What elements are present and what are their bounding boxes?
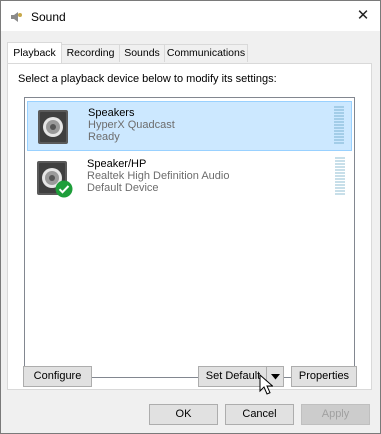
device-driver: HyperX Quadcast <box>88 119 175 131</box>
tab-playback[interactable]: Playback <box>7 42 62 63</box>
default-checkmark-icon <box>55 180 73 198</box>
device-status: Ready <box>88 131 120 143</box>
sound-dialog: Sound ✕ Playback Recording Sounds Commun… <box>0 0 381 434</box>
configure-button[interactable]: Configure <box>23 366 92 387</box>
apply-button: Apply <box>301 404 370 425</box>
device-item-speakers[interactable]: Speakers HyperX Quadcast Ready <box>27 101 352 151</box>
set-default-label: Set Default <box>205 370 261 382</box>
properties-button[interactable]: Properties <box>291 366 357 387</box>
volume-meter <box>334 106 344 146</box>
device-status: Default Device <box>87 182 159 194</box>
speaker-device-icon <box>38 110 68 144</box>
device-name: Speaker/HP <box>87 158 147 170</box>
device-name: Speakers <box>88 107 135 119</box>
ok-button[interactable]: OK <box>149 404 218 425</box>
tab-sounds[interactable]: Sounds <box>119 44 165 62</box>
dialog-client: Playback Recording Sounds Communications… <box>1 31 380 433</box>
device-list[interactable]: Speakers HyperX Quadcast Ready Speaker/H… <box>24 97 355 378</box>
volume-meter <box>335 157 345 197</box>
close-button[interactable]: ✕ <box>352 5 374 27</box>
title-bar[interactable]: Sound ✕ <box>1 1 380 31</box>
speaker-app-icon <box>11 12 22 22</box>
mouse-cursor-icon <box>259 374 273 395</box>
instruction-text: Select a playback device below to modify… <box>18 73 277 85</box>
device-item-speaker-hp[interactable]: Speaker/HP Realtek High Definition Audio… <box>27 153 352 203</box>
window-title: Sound <box>31 10 66 24</box>
close-icon: ✕ <box>356 7 370 24</box>
tab-recording[interactable]: Recording <box>61 44 120 62</box>
device-driver: Realtek High Definition Audio <box>87 170 230 182</box>
cancel-button[interactable]: Cancel <box>225 404 294 425</box>
tab-communications[interactable]: Communications <box>164 44 248 62</box>
playback-panel: Select a playback device below to modify… <box>7 63 372 390</box>
